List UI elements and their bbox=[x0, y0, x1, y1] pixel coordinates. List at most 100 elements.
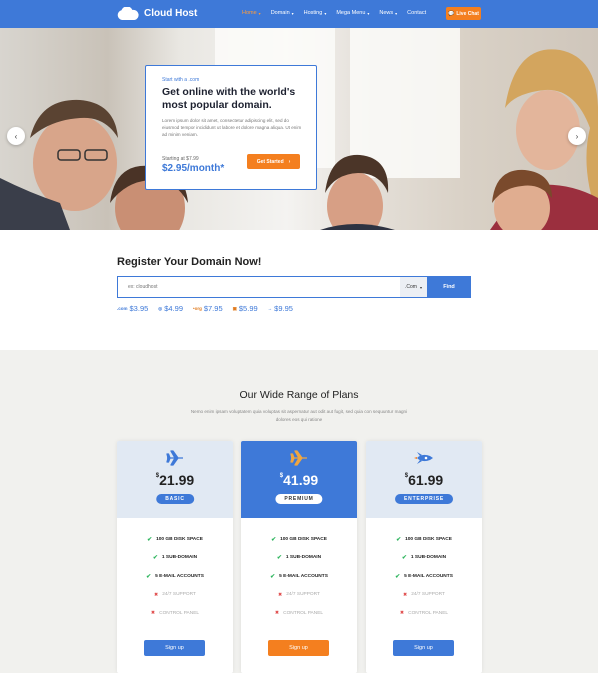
domain-title: Register Your Domain Now! bbox=[117, 256, 262, 268]
feature-item: ✖ CONTROL PANEL bbox=[150, 610, 200, 617]
feature-item: ✔ 100 GB DISK SPACE bbox=[271, 536, 327, 543]
com-tld-icon: .com bbox=[117, 306, 128, 311]
check-icon: ✔ bbox=[396, 536, 402, 543]
menu-item-hosting[interactable]: Hosting ▾ bbox=[304, 10, 327, 16]
check-icon: ✔ bbox=[146, 573, 152, 580]
hero-promo-card: Start with a .com Get online with the wo… bbox=[145, 65, 317, 190]
menu-item-contact[interactable]: Contact bbox=[407, 10, 426, 16]
chevron-down-icon: ▾ bbox=[419, 284, 422, 290]
hero-starting-price: Starting at $7.99 bbox=[162, 156, 199, 162]
feature-list: ✔ 100 GB DISK SPACE ✔ 1 SUB-DOMAIN ✔ 5 E-MA… bbox=[241, 530, 357, 623]
chevron-left-icon: ‹ bbox=[14, 131, 18, 141]
find-button[interactable]: Find bbox=[427, 276, 471, 298]
live-chat-button[interactable]: 💬 Live Chat bbox=[446, 7, 481, 20]
check-icon: ✔ bbox=[271, 536, 277, 543]
slider-prev-button[interactable]: ‹ bbox=[7, 127, 25, 145]
brand-name: Cloud Host bbox=[144, 8, 198, 19]
chevron-right-icon: › bbox=[575, 131, 579, 141]
hero-title: Get online with the world's most popular… bbox=[162, 86, 296, 111]
menu-item-domain[interactable]: Domain ▾ bbox=[271, 10, 294, 16]
feature-item: ✔ 1 SUB-DOMAIN bbox=[401, 555, 447, 562]
chevron-down-icon: ▾ bbox=[291, 10, 294, 16]
slider-next-button[interactable]: › bbox=[568, 127, 586, 145]
chat-bubble-icon: 💬 bbox=[448, 10, 455, 17]
signup-button[interactable]: Sign up bbox=[393, 640, 454, 656]
tld-price-list: .com $3.95 ◎ $4.99 •org $7.95 ▣ $5.99 → … bbox=[117, 304, 293, 313]
plan-header: $21.99 BASIC bbox=[117, 441, 233, 518]
plan-header: $61.99 ENTERPRISE bbox=[366, 441, 482, 518]
domain-search-bar: .Com ▾ Find bbox=[117, 276, 471, 298]
cross-icon: ✖ bbox=[154, 591, 159, 598]
check-icon: ✔ bbox=[401, 555, 407, 562]
chevron-down-icon: ▾ bbox=[367, 10, 370, 16]
chevron-down-icon: ▾ bbox=[395, 10, 398, 16]
check-icon: ✔ bbox=[270, 573, 276, 580]
target-tld-icon: ◎ bbox=[158, 305, 163, 311]
feature-item: ✖ 24/7 SUPPORT bbox=[278, 591, 320, 598]
tld-price-item: .com $3.95 bbox=[117, 304, 149, 313]
plan-price: $61.99 bbox=[404, 472, 444, 488]
cross-icon: ✖ bbox=[274, 610, 280, 617]
feature-list: ✔ 100 GB DISK SPACE ✔ 1 SUB-DOMAIN ✔ 5 E-MA… bbox=[366, 530, 482, 623]
feature-item: ✔ 1 SUB-DOMAIN bbox=[276, 555, 322, 562]
menu-item-home[interactable]: Home ▾ bbox=[242, 10, 261, 16]
plan-name-badge: BASIC bbox=[156, 494, 194, 504]
feature-item: ✖ 24/7 SUPPORT bbox=[154, 591, 196, 598]
plan-price: $41.99 bbox=[279, 472, 319, 488]
plan-card-basic: $21.99 BASIC ✔ 100 GB DISK SPACE ✔ 1 SUB-D… bbox=[117, 441, 233, 673]
get-started-button[interactable]: Get Started › bbox=[247, 154, 300, 169]
plan-price: $21.99 bbox=[155, 472, 195, 488]
feature-item: ✔ 5 E-MAIL ACCOUNTS bbox=[146, 573, 204, 580]
domain-search-section: Register Your Domain Now! .Com ▾ Find .c… bbox=[0, 230, 598, 350]
tld-price-item: •org $7.95 bbox=[193, 304, 223, 313]
airplane-icon bbox=[166, 450, 183, 466]
chevron-right-icon: › bbox=[288, 158, 291, 165]
cross-icon: ✖ bbox=[278, 591, 283, 598]
feature-item: ✔ 100 GB DISK SPACE bbox=[396, 536, 452, 543]
tld-select[interactable]: .Com ▾ bbox=[400, 276, 427, 298]
tld-price-item: ▣ $5.99 bbox=[232, 304, 258, 313]
feature-item: ✔ 5 E-MAIL ACCOUNTS bbox=[270, 573, 328, 580]
main-menu: Home ▾ Domain ▾ Hosting ▾ Mega Menu ▾ News ▾ … bbox=[242, 10, 426, 16]
feature-item: ✔ 1 SUB-DOMAIN bbox=[152, 555, 198, 562]
hero-slider: ‹ › Start with a .com Get online with th… bbox=[0, 28, 598, 230]
signup-button[interactable]: Sign up bbox=[268, 640, 329, 656]
cross-icon: ✖ bbox=[150, 610, 156, 617]
menu-item-news[interactable]: News ▾ bbox=[379, 10, 397, 16]
plan-name-badge: ENTERPRISE bbox=[395, 494, 453, 504]
hero-eyebrow: Start with a .com bbox=[162, 77, 200, 83]
chevron-down-icon: ▾ bbox=[258, 10, 261, 16]
shop-tld-icon: ▣ bbox=[232, 305, 237, 311]
feature-item: ✖ CONTROL PANEL bbox=[399, 610, 449, 617]
feature-item: ✔ 5 E-MAIL ACCOUNTS bbox=[395, 573, 453, 580]
feature-item: ✔ 100 GB DISK SPACE bbox=[147, 536, 203, 543]
rocket-icon bbox=[414, 452, 433, 464]
feature-item: ✖ CONTROL PANEL bbox=[274, 610, 324, 617]
check-icon: ✔ bbox=[276, 555, 282, 562]
tld-price-item: → $9.95 bbox=[267, 304, 293, 313]
jet-icon bbox=[290, 450, 307, 466]
plans-title: Our Wide Range of Plans bbox=[239, 389, 359, 401]
check-icon: ✔ bbox=[147, 536, 153, 543]
cross-icon: ✖ bbox=[403, 591, 408, 598]
hero-price: $2.95/month* bbox=[162, 163, 225, 174]
brand-logo[interactable]: Cloud Host bbox=[117, 7, 197, 20]
plan-header: $41.99 PREMIUM bbox=[241, 441, 357, 518]
plan-card-premium: $41.99 PREMIUM ✔ 100 GB DISK SPACE ✔ 1 SUB… bbox=[241, 441, 357, 673]
plan-card-enterprise: $61.99 ENTERPRISE ✔ 100 GB DISK SPACE ✔ 1 … bbox=[366, 441, 482, 673]
pricing-section: Our Wide Range of Plans Nemo enim ipsam … bbox=[0, 350, 598, 673]
feature-item: ✖ 24/7 SUPPORT bbox=[403, 591, 445, 598]
check-icon: ✔ bbox=[152, 555, 158, 562]
cross-icon: ✖ bbox=[399, 610, 405, 617]
menu-item-mega-menu[interactable]: Mega Menu ▾ bbox=[336, 10, 369, 16]
chevron-down-icon: ▾ bbox=[324, 10, 327, 16]
check-icon: ✔ bbox=[395, 573, 401, 580]
signup-button[interactable]: Sign up bbox=[144, 640, 205, 656]
plans-subtitle: Nemo enim ipsam voluptatem quia voluptas… bbox=[190, 409, 408, 422]
hero-description: Lorem ipsum dolor sit amet, consectetur … bbox=[162, 118, 302, 137]
net-tld-icon: → bbox=[267, 306, 273, 311]
org-tld-icon: •org bbox=[193, 306, 202, 311]
cloud-icon bbox=[117, 7, 139, 20]
feature-list: ✔ 100 GB DISK SPACE ✔ 1 SUB-DOMAIN ✔ 5 E-MA… bbox=[117, 530, 233, 623]
domain-search-input[interactable] bbox=[117, 276, 400, 298]
